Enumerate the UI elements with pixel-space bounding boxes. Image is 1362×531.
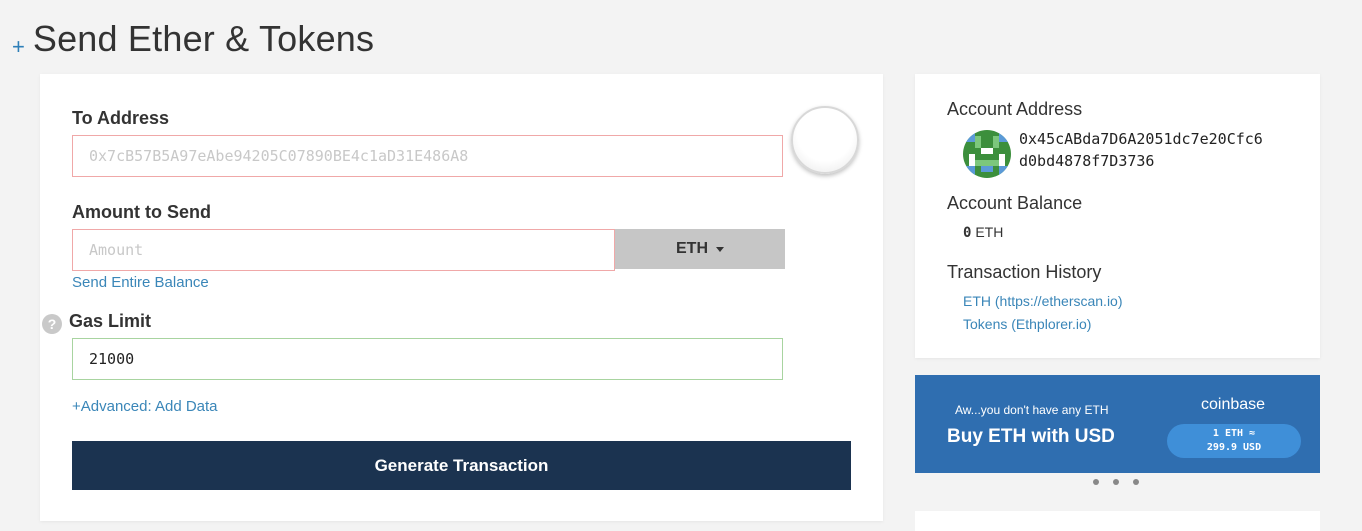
carousel-dots[interactable] (1093, 479, 1139, 485)
currency-dropdown-label: ETH (676, 240, 708, 257)
coinbase-subtitle: Aw...you don't have any ETH (955, 403, 1109, 417)
amount-input[interactable]: Amount (72, 229, 615, 271)
send-entire-balance-link[interactable]: Send Entire Balance (72, 274, 209, 291)
ethplorer-link[interactable]: Tokens (Ethplorer.io) (963, 316, 1091, 332)
account-balance-value: 0 ETH (963, 224, 1003, 241)
to-address-input[interactable]: 0x7cB57B5A97eAbe94205C07890BE4c1aD31E486… (72, 135, 783, 177)
eth-rate-badge: 1 ETH ≈ 299.9 USD (1167, 424, 1301, 458)
transaction-history-label: Transaction History (947, 262, 1102, 282)
account-address-label: Account Address (947, 99, 1083, 119)
carousel-dot[interactable] (1133, 479, 1139, 485)
help-icon[interactable]: ? (42, 314, 62, 334)
send-form-card: To Address 0x7cB57B5A97eAbe94205C07890BE… (40, 74, 883, 521)
page-title: Send Ether & Tokens (32, 18, 375, 59)
coinbase-banner[interactable]: Aw...you don't have any ETH Buy ETH with… (915, 375, 1320, 473)
page-header: + Send Ether & Tokens (12, 10, 374, 60)
bottom-card (915, 511, 1320, 531)
balance-amount: 0 (963, 225, 972, 241)
chevron-down-icon (716, 246, 724, 252)
generate-transaction-button[interactable]: Generate Transaction (72, 441, 851, 490)
currency-dropdown[interactable]: ETH (615, 229, 785, 269)
to-address-label: To Address (72, 108, 170, 128)
account-balance-label: Account Balance (947, 193, 1083, 213)
rate-line-1: 1 ETH ≈ (1212, 428, 1256, 439)
account-address-value: 0x45cABda7D6A2051dc7e20Cfc6 d0bd4878f7D3… (1019, 128, 1263, 172)
gas-limit-input[interactable]: 21000 (72, 338, 783, 380)
account-info-card: Account Address 0x45cABda7D6A2051dc7e20C… (915, 74, 1320, 358)
etherscan-link[interactable]: ETH (https://etherscan.io) (963, 293, 1123, 309)
address-line-1: 0x45cABda7D6A2051dc7e20Cfc6 (1019, 130, 1263, 148)
carousel-dot[interactable] (1113, 479, 1119, 485)
address-line-2: d0bd4878f7D3736 (1019, 152, 1155, 170)
identicon-icon (963, 130, 1011, 178)
balance-unit: ETH (975, 224, 1004, 240)
rate-line-2: 299.9 USD (1206, 442, 1262, 453)
gas-limit-label: Gas Limit (69, 311, 152, 331)
coinbase-logo: coinbase (1201, 396, 1266, 413)
address-avatar-circle (791, 106, 859, 174)
carousel-dot[interactable] (1093, 479, 1099, 485)
amount-label: Amount to Send (72, 202, 211, 222)
coinbase-headline: Buy ETH with USD (947, 426, 1115, 447)
advanced-add-data-link[interactable]: +Advanced: Add Data (72, 398, 218, 415)
expand-plus-icon[interactable]: + (12, 36, 25, 58)
